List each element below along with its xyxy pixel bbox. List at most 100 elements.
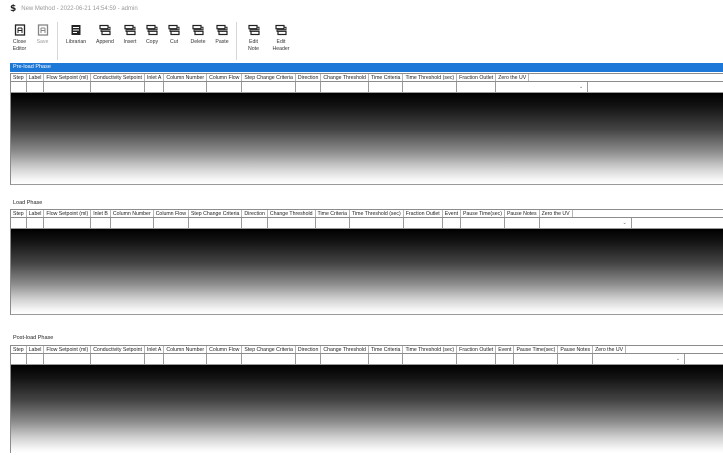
grid-input-cell[interactable]: [164, 82, 208, 93]
column-header-pause-time-sec[interactable]: Pause Time(sec): [514, 346, 559, 353]
grid-input-cell[interactable]: [315, 218, 350, 229]
grid-input-cell[interactable]: [153, 218, 189, 229]
column-header-step[interactable]: Step: [11, 210, 27, 217]
librarian-button[interactable]: Librarian: [61, 20, 91, 62]
grid-input-cell[interactable]: [26, 354, 45, 365]
column-header-direction[interactable]: Direction: [296, 346, 322, 353]
grid-input-cell[interactable]: [11, 82, 27, 93]
zero-the-uv-dropdown[interactable]: ⌄: [496, 82, 589, 93]
grid-input-cell[interactable]: [267, 218, 316, 229]
column-header-step[interactable]: Step: [11, 74, 27, 81]
column-header-step[interactable]: Step: [11, 346, 27, 353]
section-header-pre-load[interactable]: Pre-load Phase: [10, 63, 723, 72]
column-header-step-change-criteria[interactable]: Step Change Criteria: [189, 210, 243, 217]
grid-input-cell[interactable]: [188, 218, 243, 229]
load-data-row[interactable]: ⌄: [11, 218, 723, 229]
grid-input-cell[interactable]: [207, 82, 243, 93]
grid-input-cell[interactable]: [403, 354, 458, 365]
grid-input-cell[interactable]: [368, 82, 404, 93]
column-header-pause-time-sec[interactable]: Pause Time(sec): [461, 210, 505, 217]
zero-the-uv-dropdown[interactable]: ⌄: [539, 218, 632, 229]
grid-input-cell[interactable]: [242, 218, 268, 229]
post-load-grid-area[interactable]: [11, 365, 723, 453]
grid-input-cell[interactable]: [504, 218, 540, 229]
delete-button[interactable]: Delete: [185, 20, 211, 62]
column-header-zero-the-uv[interactable]: Zero the UV: [496, 74, 530, 81]
column-header-event[interactable]: Event: [496, 346, 515, 353]
insert-button[interactable]: Insert: [119, 20, 141, 62]
grid-input-cell[interactable]: [558, 354, 594, 365]
column-header-column-number[interactable]: Column Number: [164, 346, 208, 353]
column-header-inlet-b[interactable]: Inlet B: [91, 210, 111, 217]
copy-button[interactable]: Copy: [141, 20, 163, 62]
column-header-label[interactable]: Label: [27, 74, 45, 81]
column-header-pause-notes[interactable]: Pause Notes: [558, 346, 594, 353]
column-header-column-number[interactable]: Column Number: [164, 74, 208, 81]
column-header-fraction-outlet[interactable]: Fraction Outlet: [457, 346, 497, 353]
section-header-post-load[interactable]: Post-load Phase: [10, 334, 723, 343]
grid-input-cell[interactable]: [295, 354, 322, 365]
column-header-flow-setpoint-ml[interactable]: Flow Setpoint (ml): [44, 346, 92, 353]
grid-input-cell[interactable]: [496, 354, 515, 365]
grid-input-cell[interactable]: [368, 354, 404, 365]
column-header-flow-setpoint-ml[interactable]: Flow Setpoint (ml): [44, 210, 92, 217]
column-header-conductivity-setpoint[interactable]: Conductivity Setpoint: [91, 346, 145, 353]
column-header-column-flow[interactable]: Column Flow: [207, 74, 243, 81]
pre-load-data-row[interactable]: ⌄: [11, 82, 723, 93]
grid-input-cell[interactable]: [242, 82, 296, 93]
grid-input-cell[interactable]: [26, 82, 45, 93]
column-header-step-change-criteria[interactable]: Step Change Criteria: [242, 74, 296, 81]
grid-input-cell[interactable]: [144, 82, 165, 93]
column-header-time-criteria[interactable]: Time Criteria: [369, 74, 404, 81]
column-header-fraction-outlet[interactable]: Fraction Outlet: [404, 210, 443, 217]
pre-load-grid-area[interactable]: [11, 93, 723, 185]
grid-input-cell[interactable]: [295, 82, 322, 93]
grid-input-cell[interactable]: [164, 354, 208, 365]
grid-input-cell[interactable]: [403, 218, 443, 229]
post-load-data-row[interactable]: ⌄: [11, 354, 723, 365]
grid-input-cell[interactable]: [442, 218, 462, 229]
grid-input-cell[interactable]: [11, 218, 27, 229]
grid-input-cell[interactable]: [44, 218, 92, 229]
column-header-column-number[interactable]: Column Number: [111, 210, 154, 217]
column-header-time-criteria[interactable]: Time Criteria: [316, 210, 350, 217]
grid-input-cell[interactable]: [91, 218, 111, 229]
column-header-change-threshold[interactable]: Change Threshold: [321, 346, 369, 353]
column-header-column-flow[interactable]: Column Flow: [154, 210, 189, 217]
column-header-inlet-a[interactable]: Inlet A: [145, 346, 165, 353]
grid-input-cell[interactable]: [110, 218, 154, 229]
chevron-down-icon[interactable]: ⌄: [676, 356, 680, 362]
grid-input-cell[interactable]: [457, 82, 497, 93]
section-header-load[interactable]: Load Phase: [10, 199, 723, 208]
column-header-conductivity-setpoint[interactable]: Conductivity Setpoint: [91, 74, 145, 81]
grid-input-cell[interactable]: [461, 218, 505, 229]
column-header-direction[interactable]: Direction: [296, 74, 322, 81]
zero-the-uv-dropdown[interactable]: ⌄: [593, 354, 686, 365]
grid-input-cell[interactable]: [44, 82, 92, 93]
column-header-time-threshold-sec[interactable]: Time Threshold (sec): [403, 74, 458, 81]
edit-note-button[interactable]: Edit Note: [240, 20, 267, 62]
grid-input-cell[interactable]: [321, 82, 369, 93]
column-header-inlet-a[interactable]: Inlet A: [145, 74, 165, 81]
column-header-column-flow[interactable]: Column Flow: [207, 346, 243, 353]
column-header-zero-the-uv[interactable]: Zero the UV: [540, 210, 573, 217]
grid-input-cell[interactable]: [26, 218, 45, 229]
column-header-flow-setpoint-ml[interactable]: Flow Setpoint (ml): [44, 74, 92, 81]
paste-button[interactable]: Paste: [211, 20, 233, 62]
chevron-down-icon[interactable]: ⌄: [622, 220, 626, 226]
grid-input-cell[interactable]: [207, 354, 243, 365]
grid-input-cell[interactable]: [514, 354, 559, 365]
cut-button[interactable]: Cut: [163, 20, 185, 62]
grid-input-cell[interactable]: [321, 354, 369, 365]
grid-input-cell[interactable]: [457, 354, 497, 365]
column-header-change-threshold[interactable]: Change Threshold: [321, 74, 369, 81]
column-header-step-change-criteria[interactable]: Step Change Criteria: [242, 346, 296, 353]
grid-input-cell[interactable]: [350, 218, 404, 229]
grid-input-cell[interactable]: [403, 82, 458, 93]
column-header-label[interactable]: Label: [27, 346, 45, 353]
column-header-direction[interactable]: Direction: [242, 210, 268, 217]
column-header-event[interactable]: Event: [443, 210, 462, 217]
append-button[interactable]: Append: [91, 20, 119, 62]
column-header-change-threshold[interactable]: Change Threshold: [268, 210, 316, 217]
column-header-time-criteria[interactable]: Time Criteria: [369, 346, 404, 353]
